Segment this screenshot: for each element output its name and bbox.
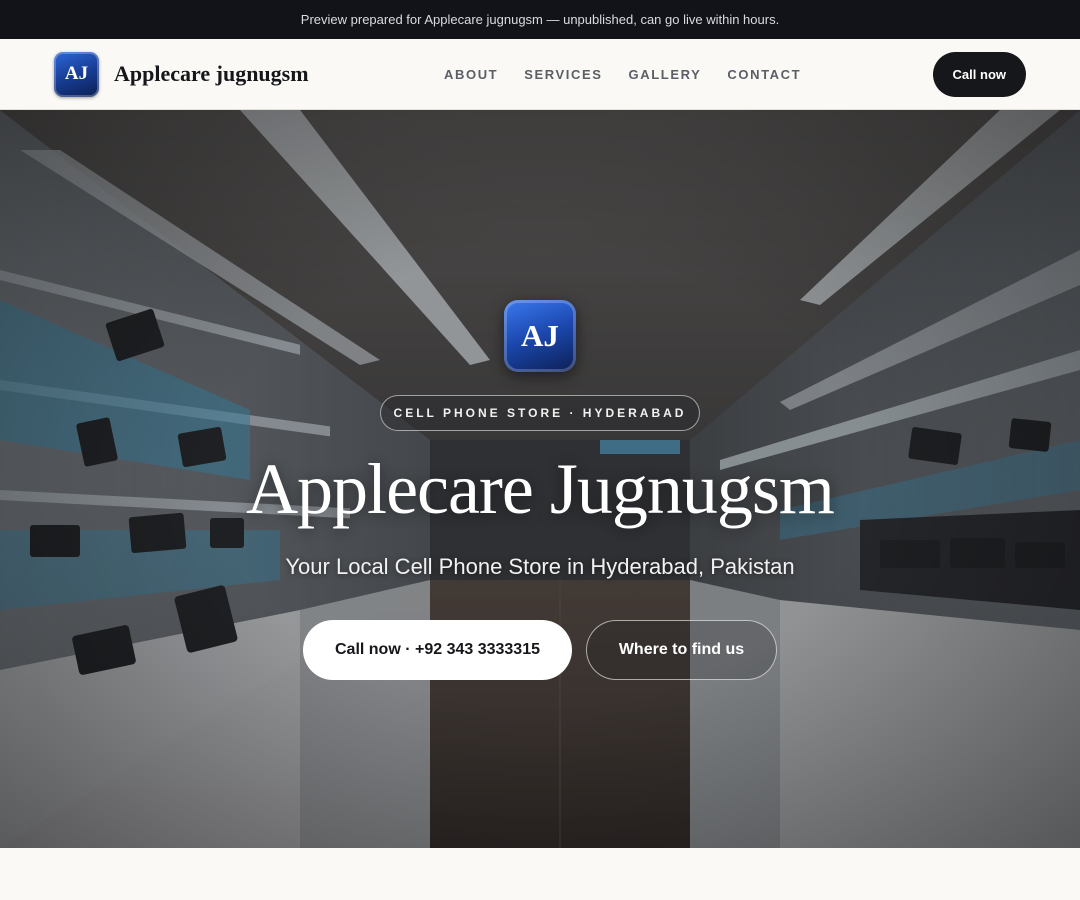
hero-subtitle: Your Local Cell Phone Store in Hyderabad… bbox=[285, 554, 795, 579]
hero-logo-icon: AJ bbox=[504, 300, 576, 372]
hero-call-now-button[interactable]: Call now · +92 343 3333315 bbox=[303, 620, 572, 680]
nav-link-gallery[interactable]: GALLERY bbox=[629, 67, 702, 82]
brand[interactable]: AJ Applecare jugnugsm bbox=[54, 51, 309, 97]
brand-logo-icon: AJ bbox=[54, 51, 99, 97]
preview-banner: Preview prepared for Applecare jugnugsm … bbox=[0, 0, 1080, 39]
hero-title: Applecare Jugnugsm bbox=[246, 449, 835, 529]
main-nav: ABOUT SERVICES GALLERY CONTACT bbox=[444, 39, 801, 109]
hero-section: AJ CELL PHONE STORE · HYDERABAD Applecar… bbox=[0, 110, 1080, 848]
preview-banner-text: Preview prepared for Applecare jugnugsm … bbox=[300, 12, 780, 27]
header-call-now-button[interactable]: Call now bbox=[932, 51, 1026, 97]
nav-link-services[interactable]: SERVICES bbox=[524, 67, 602, 82]
hero-content: AJ CELL PHONE STORE · HYDERABAD Applecar… bbox=[0, 110, 1080, 848]
nav-link-about[interactable]: ABOUT bbox=[444, 67, 498, 82]
nav-link-contact[interactable]: CONTACT bbox=[727, 67, 801, 82]
hero-where-to-find-us-button[interactable]: Where to find us bbox=[586, 620, 777, 680]
next-section bbox=[0, 848, 1080, 900]
hero-category-badge: CELL PHONE STORE · HYDERABAD bbox=[380, 395, 700, 431]
site-header: AJ Applecare jugnugsm ABOUT SERVICES GAL… bbox=[0, 39, 1080, 110]
brand-name: Applecare jugnugsm bbox=[114, 61, 309, 86]
